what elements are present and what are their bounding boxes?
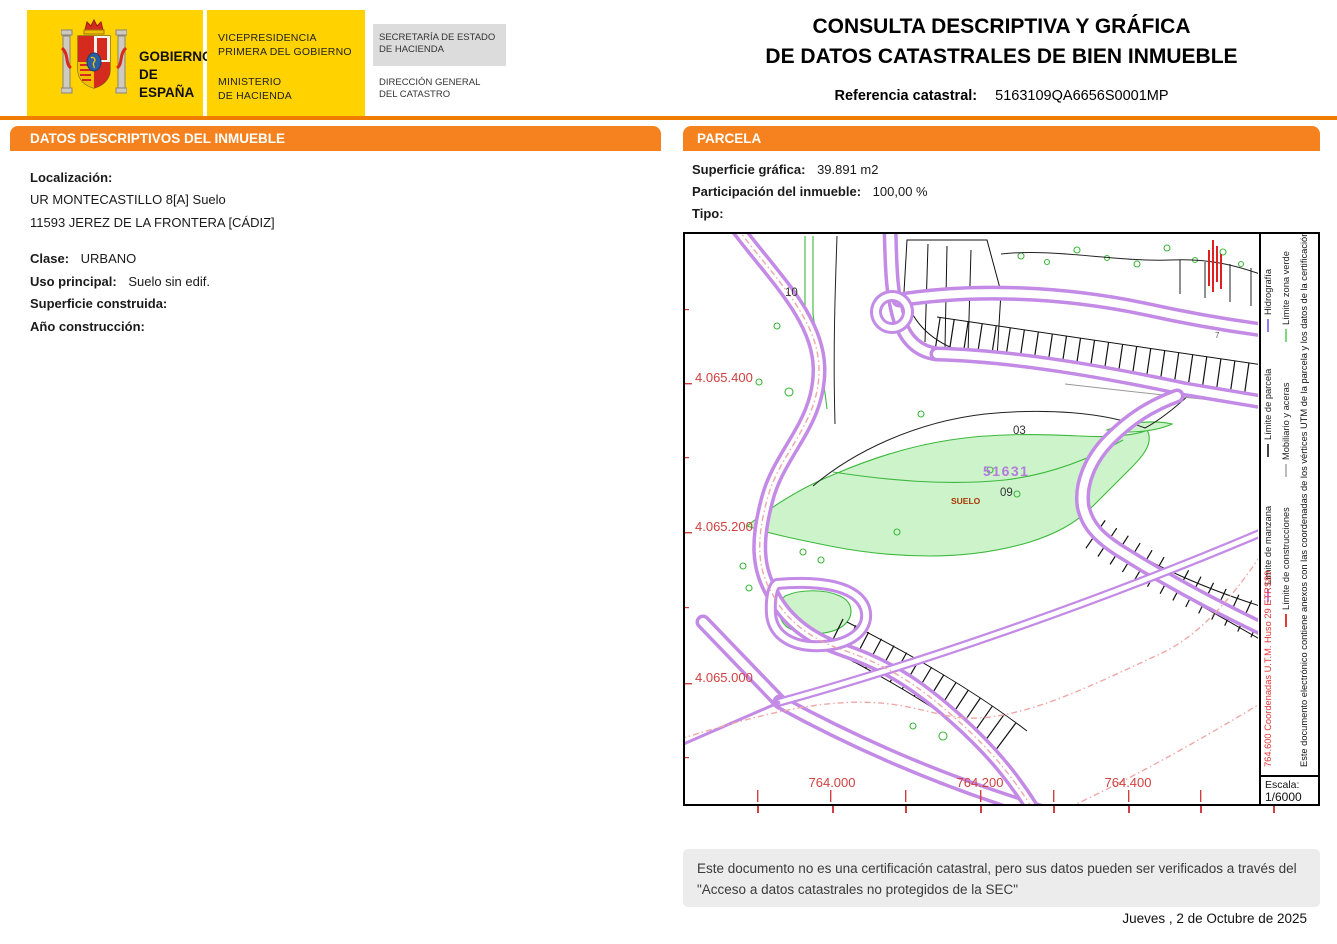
clase-value: URBANO	[80, 251, 137, 266]
dept-line2: PRIMERA DEL GOBIERNO	[218, 45, 352, 58]
suelo-label: SUELO	[951, 496, 981, 506]
parcel-panel-header: PARCELA	[683, 126, 1320, 151]
clase-label: Clase:	[30, 251, 70, 266]
legend-label: Límite zona verde	[1281, 251, 1291, 325]
axis-tick	[1273, 806, 1275, 813]
zone-label-10: 10	[785, 287, 798, 299]
superficie-construida-row: Superficie construida:	[30, 296, 175, 311]
axis-tick	[832, 806, 834, 813]
dept-line1: VICEPRESIDENCIA	[218, 32, 317, 44]
header-divider-rule	[0, 116, 1337, 120]
zone-label-03: 03	[1013, 425, 1026, 437]
legend-item-limite-parcela: Límite de parcela	[1262, 369, 1274, 457]
legend-item-mobiliario-aceras: Mobiliario y aceras	[1280, 382, 1292, 477]
spain-coat-of-arms	[61, 18, 127, 94]
anio-construccion-row: Año construcción:	[30, 319, 153, 334]
localizacion-row: Localización:	[30, 170, 112, 185]
zone-label-09: 09	[1000, 487, 1013, 499]
localizacion-label: Localización:	[30, 170, 113, 185]
parcel-panel-title: PARCELA	[697, 131, 762, 146]
address-line2: 11593 JEREZ DE LA FRONTERA [CÁDIZ]	[30, 215, 275, 230]
axis-tick	[757, 806, 759, 813]
ministerio-label: MINISTERIO DE HACIENDA	[218, 76, 292, 103]
utm-coordinates-note: 764.600 Coordenadas U.T.M. Huso 29 ETRS8…	[1263, 570, 1273, 767]
legend-item-limite-construcciones: Límite de construcciones	[1280, 507, 1292, 627]
left-panel-header: DATOS DESCRIPTIVOS DEL INMUEBLE	[10, 126, 661, 151]
office-line1: SECRETARÍA DE ESTADO	[379, 32, 496, 43]
zone-label-7: 7	[1215, 331, 1220, 340]
uso-principal-row: Uso principal: Suelo sin edif.	[30, 274, 210, 289]
legend-label: Hidrografía	[1263, 269, 1273, 315]
anio-construccion-label: Año construcción:	[30, 319, 145, 334]
direccion-general-label: DIRECCIÓN GENERAL DEL CATASTRO	[379, 77, 480, 101]
scale-box: Escala: 1/6000	[1261, 775, 1318, 804]
red-hydro-symbol	[1208, 240, 1222, 292]
participacion-row: Participación del inmueble: 100,00 %	[692, 184, 928, 199]
x-coordinate-label: 764.000	[809, 775, 856, 790]
office-line2: DE HACIENDA	[379, 44, 444, 55]
uso-principal-value: Suelo sin edif.	[128, 274, 210, 289]
cadastral-document-page: GOBIERNO DE ESPAÑA VICEPRESIDENCIA PRIME…	[0, 0, 1337, 944]
legend-label: Límite de parcela	[1263, 368, 1273, 440]
ministry-box: VICEPRESIDENCIA PRIMERA DEL GOBIERNO MIN…	[207, 10, 365, 116]
gov-name: GOBIERNO DE ESPAÑA	[139, 48, 213, 102]
legend-swatch	[1267, 444, 1269, 457]
x-coordinate-label: 764.200	[957, 775, 1004, 790]
green-zone-parcel	[745, 421, 1174, 635]
document-title: CONSULTA DESCRIPTIVA Y GRÁFICA DE DATOS …	[683, 12, 1320, 72]
legend-swatch	[1285, 614, 1287, 627]
secretaria-box: SECRETARÍA DE ESTADO DE HACIENDA	[373, 24, 506, 66]
legend-label: Límite de construcciones	[1281, 507, 1291, 610]
vicepresidencia-label: VICEPRESIDENCIA PRIMERA DEL GOBIERNO	[218, 32, 352, 59]
reference-value: 5163109QA6656S0001MP	[995, 88, 1169, 104]
dept-line3: MINISTERIO	[218, 76, 282, 88]
left-panel-title: DATOS DESCRIPTIVOS DEL INMUEBLE	[30, 131, 286, 146]
legend-swatch	[1267, 319, 1269, 332]
cadastral-map-drawing: 4.065.400 4.065.200 4.065.000 764.000 76…	[685, 234, 1258, 804]
reference-label: Referencia catastral:	[834, 88, 978, 104]
gov-name-line1: GOBIERNO	[139, 49, 213, 64]
office-line3: DIRECCIÓN GENERAL	[379, 77, 481, 88]
document-date: Jueves , 2 de Octubre de 2025	[1122, 911, 1307, 926]
tipo-row: Tipo:	[692, 206, 732, 221]
superficie-construida-label: Superficie construida:	[30, 296, 168, 311]
secretaria-label: SECRETARÍA DE ESTADO DE HACIENDA	[379, 32, 495, 56]
scale-value: 1/6000	[1265, 790, 1302, 804]
address-line1: UR MONTECASTILLO 8[A] Suelo	[30, 192, 226, 207]
y-coordinate-label: 4.065.000	[695, 670, 753, 685]
clase-row: Clase: URBANO	[30, 251, 136, 266]
parcel-number-label: 51631	[983, 463, 1029, 479]
legend-label: Mobiliario y aceras	[1281, 382, 1291, 460]
tipo-label: Tipo:	[692, 206, 724, 221]
legend-swatch	[1285, 329, 1287, 342]
cadastral-map: 4.065.400 4.065.200 4.065.000 764.000 76…	[683, 232, 1320, 806]
x-coordinate-label: 764.400	[1105, 775, 1152, 790]
cadastral-reference: Referencia catastral: 5163109QA6656S0001…	[683, 88, 1320, 104]
title-line1: CONSULTA DESCRIPTIVA Y GRÁFICA	[812, 15, 1191, 38]
legend-divider	[1259, 234, 1261, 804]
participacion-label: Participación del inmueble:	[692, 184, 862, 199]
uso-principal-label: Uso principal:	[30, 274, 117, 289]
axis-tick	[1053, 806, 1055, 813]
dept-line4: DE HACIENDA	[218, 89, 292, 102]
axis-tick	[1200, 806, 1202, 813]
legend-swatch	[1285, 464, 1287, 477]
participacion-value: 100,00 %	[872, 184, 928, 199]
disclaimer-note: Este documento no es una certificación c…	[683, 849, 1320, 907]
superficie-grafica-value: 39.891 m2	[817, 162, 879, 177]
superficie-grafica-row: Superficie gráfica: 39.891 m2	[692, 162, 879, 177]
legend-item-hidrografia: Hidrografía	[1262, 269, 1274, 332]
axis-tick	[905, 806, 907, 813]
y-coordinate-label: 4.065.200	[695, 519, 753, 534]
legend-item-limite-zona-verde: Límite zona verde	[1280, 251, 1292, 342]
y-coordinate-label: 4.065.400	[695, 370, 753, 385]
title-line2: DE DATOS CATASTRALES DE BIEN INMUEBLE	[765, 45, 1238, 68]
office-line4: DEL CATASTRO	[379, 89, 451, 100]
certification-note: Este documento electrónico contiene anex…	[1299, 232, 1309, 767]
gov-name-line2: DE ESPAÑA	[139, 67, 195, 100]
axis-tick	[1128, 806, 1130, 813]
axis-tick	[980, 806, 982, 813]
gov-logo-box: GOBIERNO DE ESPAÑA	[27, 10, 213, 116]
superficie-grafica-label: Superficie gráfica:	[692, 162, 806, 177]
